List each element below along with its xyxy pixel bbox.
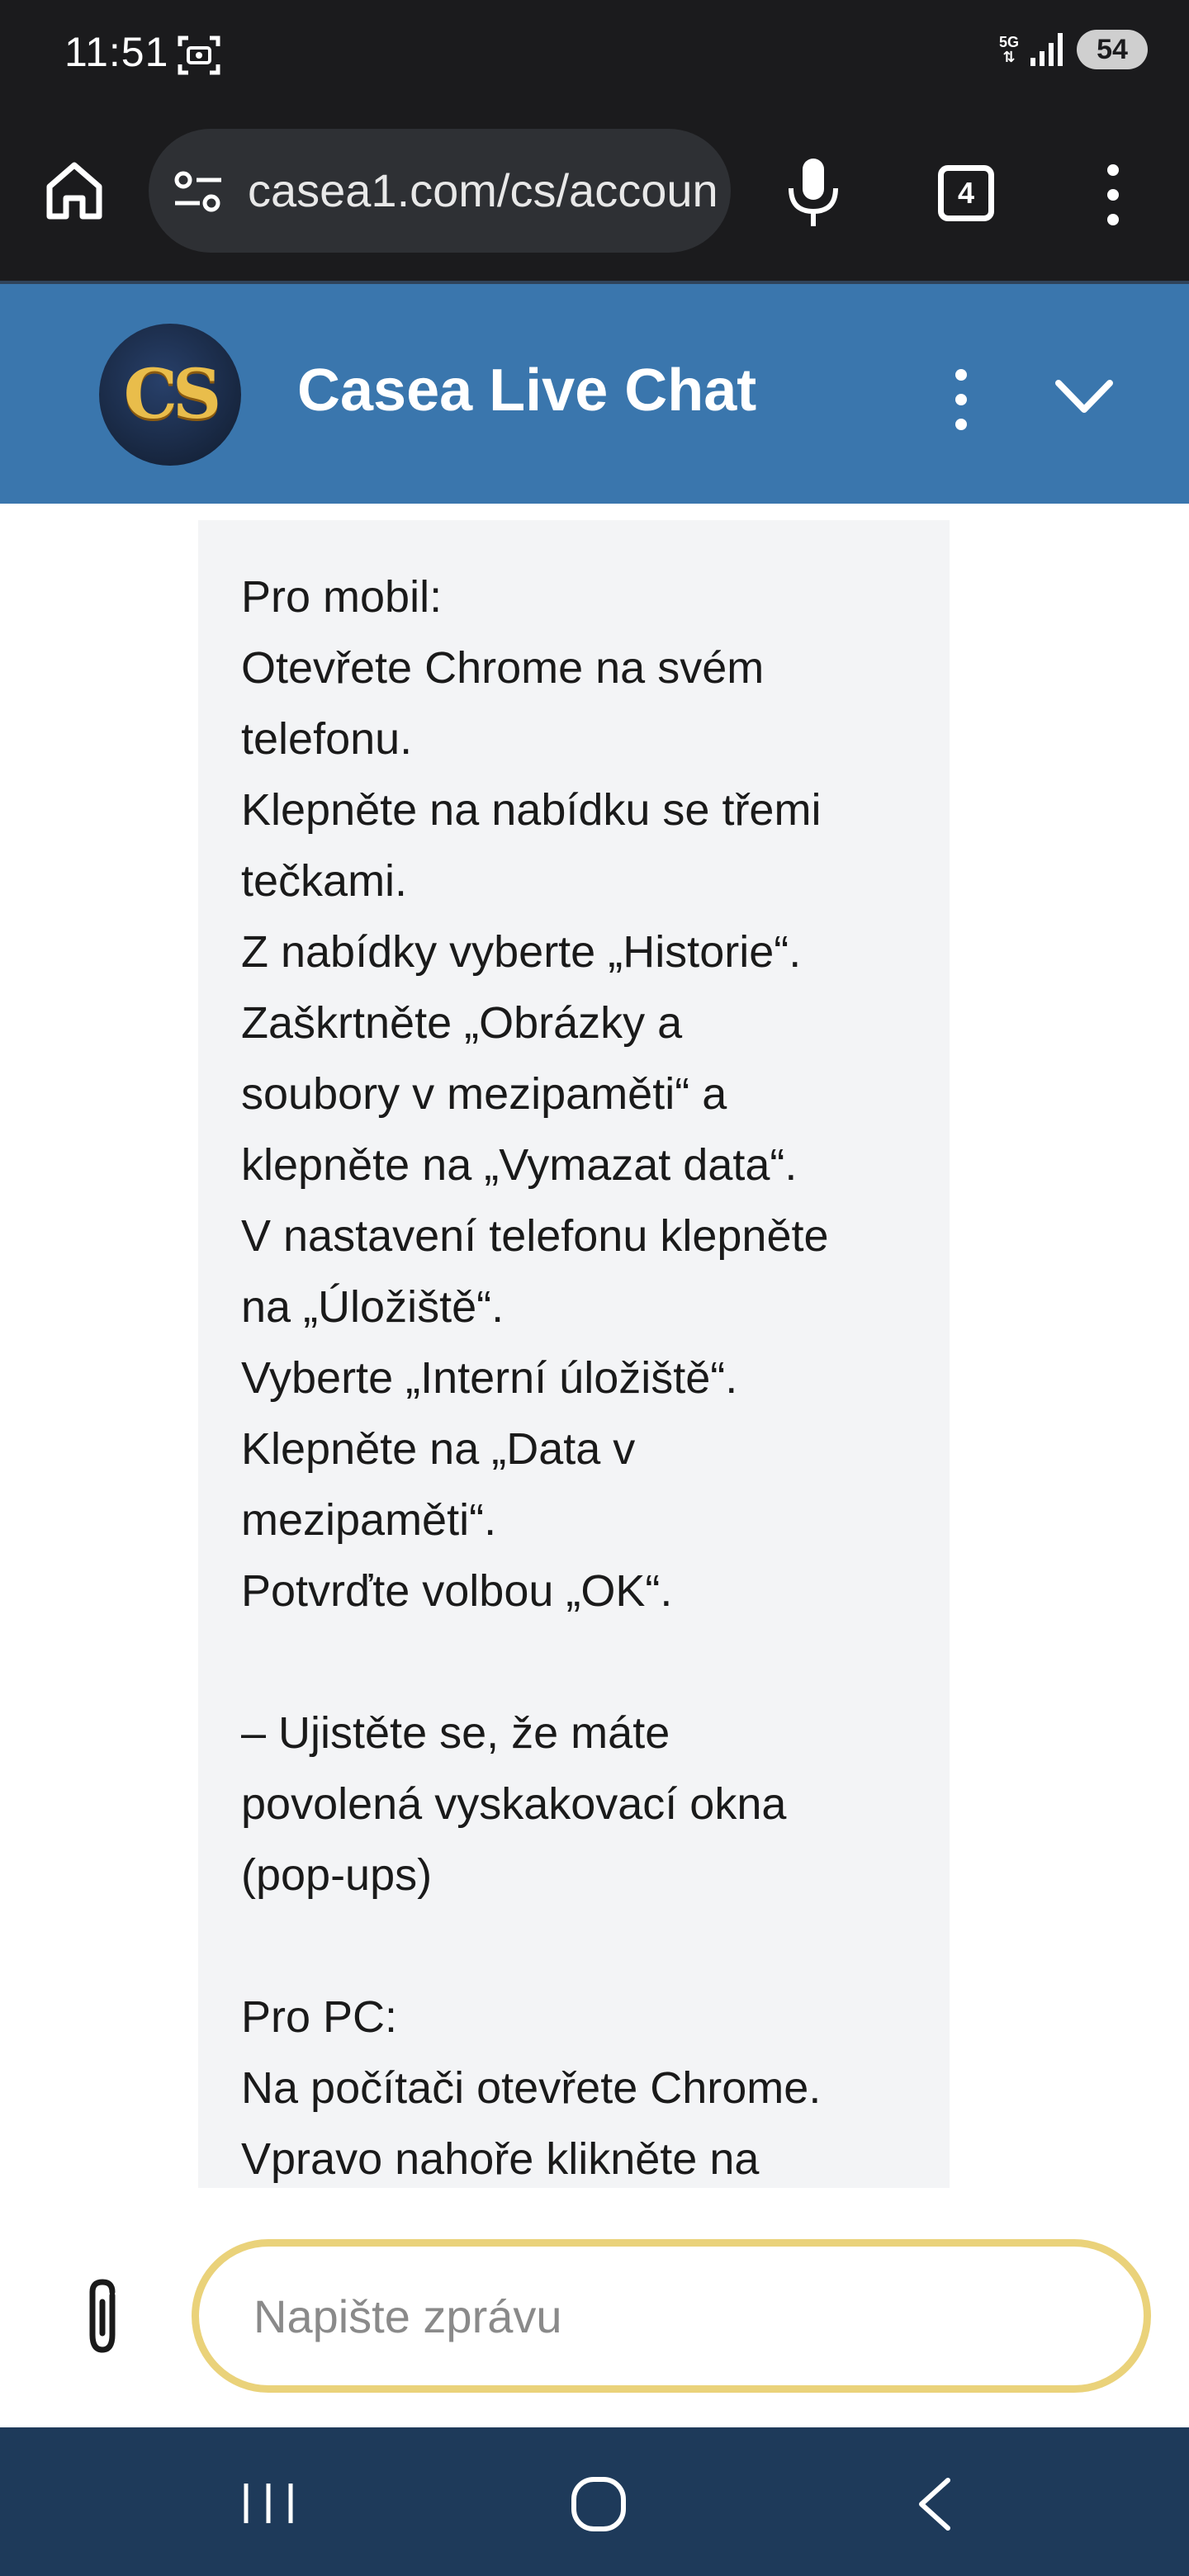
back-icon[interactable] <box>913 2475 955 2533</box>
message-line: Vpravo nahoře klikněte na <box>241 2134 760 2184</box>
message-line: Klepněte na „Data v <box>241 1424 636 1474</box>
message-line: povolená vyskakovací okna <box>241 1779 787 1829</box>
address-bar[interactable]: casea1.com/cs/account <box>149 129 731 253</box>
message-list[interactable]: Pro mobil: Otevřete Chrome na svém telefon… <box>0 504 1189 2188</box>
tab-switcher-button[interactable]: 4 <box>938 165 994 221</box>
system-navigation-bar <box>0 2427 1189 2576</box>
message-line: soubory v mezipaměti“ a <box>241 1069 727 1119</box>
message-line: Otevřete Chrome na svém <box>241 643 765 693</box>
casea-logo: CS <box>99 324 241 466</box>
message-line: Pro mobil: <box>241 572 443 622</box>
message-line: Z nabídky vyberte „Historie“. <box>241 927 802 977</box>
message-line: Potvrďte volbou „OK“. <box>241 1566 673 1616</box>
message-line: telefonu. <box>241 714 413 764</box>
message-line <box>241 1627 908 1698</box>
network-type: 5G ⇅ <box>998 34 1019 65</box>
home-icon[interactable] <box>43 159 106 221</box>
battery-indicator: 54 <box>1077 30 1148 69</box>
url-text[interactable]: casea1.com/cs/account <box>248 163 718 221</box>
site-settings-icon[interactable] <box>173 168 223 215</box>
chat-more-icon[interactable] <box>946 367 976 433</box>
signal-icon <box>1030 33 1063 66</box>
message-line: (pop-ups) <box>241 1850 433 1900</box>
message-line: klepněte na „Vymazat data“. <box>241 1140 798 1190</box>
chevron-down-icon[interactable] <box>1054 375 1115 419</box>
chat-title: Casea Live Chat <box>297 358 757 424</box>
microphone-icon[interactable] <box>784 155 842 230</box>
message-line: Na počítači otevřete Chrome. <box>241 2063 822 2113</box>
message-line <box>241 1911 908 1982</box>
status-indicators: 5G ⇅ 54 <box>999 30 1148 69</box>
paperclip-icon[interactable] <box>79 2277 126 2356</box>
message-line: Klepněte na nabídku se třemi <box>241 785 822 835</box>
message-composer <box>0 2188 1189 2427</box>
message-line: Vyberte „Interní úložiště“. <box>241 1353 738 1403</box>
message-line: na „Úložiště“. <box>241 1282 504 1332</box>
message-line: tečkami. <box>241 856 408 906</box>
agent-message-bubble: Pro mobil: Otevřete Chrome na svém telefon… <box>198 520 950 2188</box>
status-time: 11:51 <box>64 29 169 75</box>
system-home-icon[interactable] <box>570 2475 628 2533</box>
message-input[interactable] <box>192 2239 1151 2393</box>
chat-header: CS Casea Live Chat <box>0 281 1189 504</box>
message-line: Pro PC: <box>241 1992 398 2042</box>
browser-menu-icon[interactable] <box>1098 162 1128 228</box>
status-bar: 11:51 5G ⇅ 54 <box>0 0 1189 109</box>
message-line: Zaškrtněte „Obrázky a <box>241 998 683 1048</box>
message-line: – Ujistěte se, že máte <box>241 1708 670 1758</box>
screenshot-icon <box>178 36 220 75</box>
message-line: mezipaměti“. <box>241 1495 497 1545</box>
message-line: V nastavení telefonu klepněte <box>241 1211 829 1261</box>
recent-apps-icon[interactable] <box>241 2480 296 2526</box>
browser-toolbar: casea1.com/cs/account 4 <box>0 109 1189 281</box>
